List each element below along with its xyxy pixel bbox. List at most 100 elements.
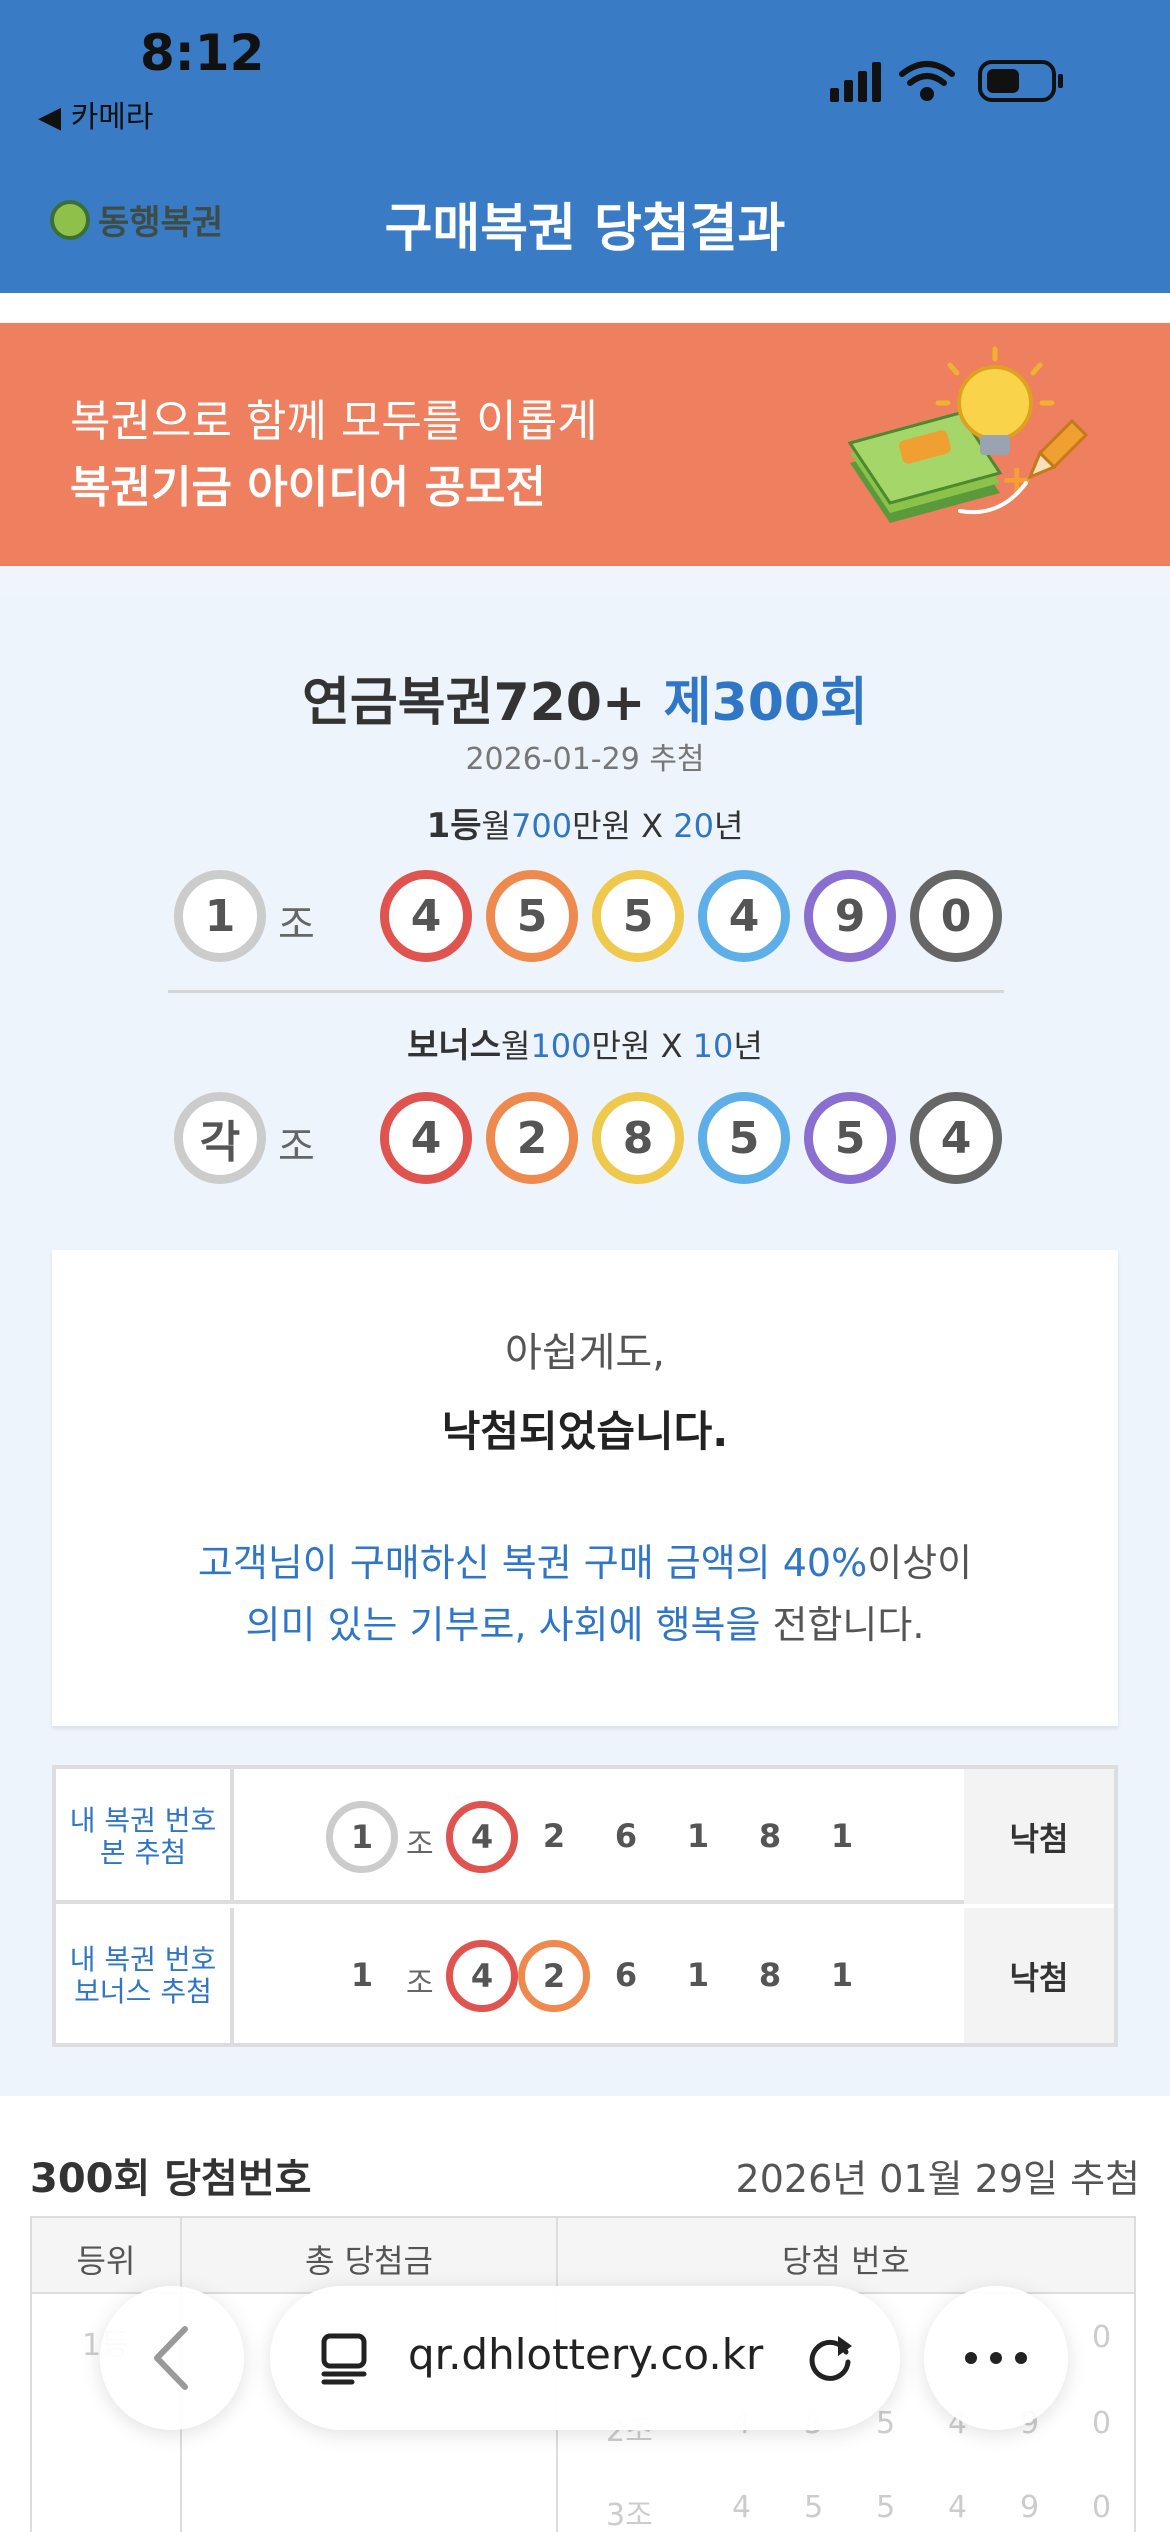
bonus-prize-unit: 만원 X (591, 1027, 693, 1065)
digit-cell: 4 (732, 2490, 752, 2525)
number-digit: 6 (614, 1817, 638, 1855)
message-line1: 아쉽게도, (505, 1330, 665, 1376)
bonus-prize-pre: 월 (500, 1027, 531, 1065)
browser-more-button[interactable] (924, 2286, 1068, 2430)
header-total-prize: 총 당첨금 (305, 2242, 433, 2280)
first-prize-numbers: 1 조 4 5 5 4 9 0 (170, 870, 1010, 966)
number-ball: 9 (804, 870, 896, 962)
bonus-prize-year-unit: 년 (733, 1027, 763, 1065)
row-label-line2: 보너스 추첨 (74, 1974, 212, 2008)
message-line4-gray: 전합니다. (760, 1603, 925, 1647)
my-ticket-table: 내 복권 번호 본 추첨 1 조 4 2 6 1 8 1 낙첨 내 복권 번호 … (52, 1765, 1118, 2047)
number-ball: 5 (592, 870, 684, 962)
number-ball: 4 (698, 870, 790, 962)
group-ball: 1 (174, 870, 266, 962)
more-dots-icon (965, 2352, 1027, 2364)
promo-banner[interactable]: 복권으로 함께 모두를 이롭게 복권기금 아이디어 공모전 + (0, 323, 1170, 566)
group-ball: 각 (174, 1092, 266, 1184)
status-icons (830, 60, 1063, 102)
first-prize-amount: 700 (510, 807, 573, 845)
digit-cell: 0 (1092, 2490, 1112, 2525)
bonus-prize-amount: 100 (530, 1027, 592, 1065)
message-line3: 고객님이 구매하신 복권 구매 금액의 40%이상이 (52, 1532, 1118, 1587)
draw-date: 2026-01-29 추첨 (465, 742, 705, 777)
first-prize-info: 1등월700만원 X 20년 (0, 798, 1170, 847)
first-prize-unit: 만원 X (572, 807, 674, 845)
bonus-numbers: 각 조 4 2 8 5 5 4 (170, 1092, 1010, 1188)
message-line2: 낙첨되었습니다. (441, 1407, 729, 1456)
digit-cell: 9 (1020, 2490, 1040, 2525)
message-line4: 의미 있는 기부로, 사회에 행복을 전합니다. (52, 1594, 1118, 1649)
first-prize-rank: 1등 (426, 806, 482, 846)
game-name: 연금복권720+ (302, 673, 646, 733)
banner-line1: 복권으로 함께 모두를 이롭게 (70, 396, 598, 447)
digit-cell: 5 (876, 2490, 896, 2525)
bonus-prize-rank: 보너스 (407, 1026, 501, 1066)
number-ball: 5 (804, 1092, 896, 1184)
lottery-title: 연금복권720+ 제300회 (0, 660, 1170, 735)
winning-date: 2026년 01월 29일 추첨 (735, 2157, 1140, 2201)
group-ball: 1 (326, 1801, 398, 1873)
number-ball: 2 (486, 1092, 578, 1184)
matched-number-ball: 2 (518, 1940, 590, 2012)
signal-icon (830, 62, 881, 102)
round-number: 제300회 (663, 673, 868, 733)
row-label-line1: 내 복권 번호 (69, 1942, 217, 1976)
number-digit: 1 (830, 1817, 854, 1855)
header-winning-number: 당첨 번호 (782, 2242, 910, 2280)
message-line4-blue: 의미 있는 기부로, 사회에 행복을 (245, 1603, 761, 1647)
battery-icon (978, 60, 1063, 102)
number-ball: 5 (486, 870, 578, 962)
spacer (0, 293, 1170, 323)
divider (168, 990, 1004, 993)
number-digit: 2 (542, 1817, 566, 1855)
result-status: 낙첨 (964, 1908, 1114, 2043)
page-title: 구매복권 당첨결과 (384, 199, 786, 259)
digit-cell: 4 (948, 2490, 968, 2525)
digit-cell: 0 (1092, 2320, 1112, 2355)
number-ball: 4 (910, 1092, 1002, 1184)
chevron-left-icon (154, 2326, 188, 2390)
result-status: 낙첨 (964, 1769, 1114, 1904)
bonus-prize-info: 보너스월100만원 X 10년 (0, 1018, 1170, 1067)
matched-number-ball: 4 (446, 1940, 518, 2012)
rank-cell: 3조 (606, 2498, 653, 2532)
number-ball: 5 (698, 1092, 790, 1184)
winning-title: 300회 당첨번호 (30, 2156, 312, 2202)
first-prize-years: 20 (673, 807, 714, 845)
group-digit: 1 (350, 1956, 374, 1994)
digit-cell: 5 (804, 2490, 824, 2525)
row-label-line2: 본 추첨 (99, 1835, 187, 1869)
matched-number-ball: 4 (446, 1801, 518, 1873)
jo-label: 조 (278, 902, 315, 948)
number-digit: 8 (758, 1817, 782, 1855)
reload-icon[interactable] (802, 2330, 858, 2386)
message-line3-gray: 이상이 (867, 1541, 973, 1585)
money-lightbulb-illustration: + (847, 346, 1089, 523)
status-time: 8:12 (140, 24, 265, 82)
row-label-line1: 내 복권 번호 (69, 1803, 217, 1837)
jo-label: 조 (278, 1124, 315, 1170)
first-prize-pre: 월 (481, 807, 511, 845)
number-ball: 4 (380, 870, 472, 962)
reader-mode-icon[interactable] (316, 2330, 372, 2386)
message-line3-blue: 고객님이 구매하신 복권 구매 금액의 40% (197, 1541, 868, 1585)
digit-cell: 5 (876, 2406, 896, 2441)
table-header: 등위 총 당첨금 당첨 번호 (32, 2218, 1134, 2294)
top-header: 8:12 ◀ 카메라 동행복권 구매복권 당첨결과 (0, 0, 1170, 293)
row-label: 내 복권 번호 본 추첨 (56, 1769, 234, 1904)
table-row: 내 복권 번호 보너스 추첨 1 조 4 2 6 1 8 1 낙첨 (56, 1908, 1114, 2043)
address-bar[interactable]: qr.dhlottery.co.kr (270, 2286, 900, 2430)
browser-back-button[interactable] (100, 2286, 244, 2430)
first-prize-year-unit: 년 (713, 807, 744, 845)
url-text[interactable]: qr.dhlottery.co.kr (408, 2330, 763, 2379)
number-digit: 6 (614, 1956, 638, 1994)
number-ball: 4 (380, 1092, 472, 1184)
digit-cell: 0 (1092, 2406, 1112, 2441)
wifi-icon (899, 61, 955, 101)
number-ball: 0 (910, 870, 1002, 962)
number-digit: 8 (758, 1956, 782, 1994)
table-row: 내 복권 번호 본 추첨 1 조 4 2 6 1 8 1 낙첨 (56, 1769, 1114, 1904)
back-to-camera-link[interactable]: ◀ 카메라 (38, 92, 153, 136)
number-digit: 1 (686, 1817, 710, 1855)
